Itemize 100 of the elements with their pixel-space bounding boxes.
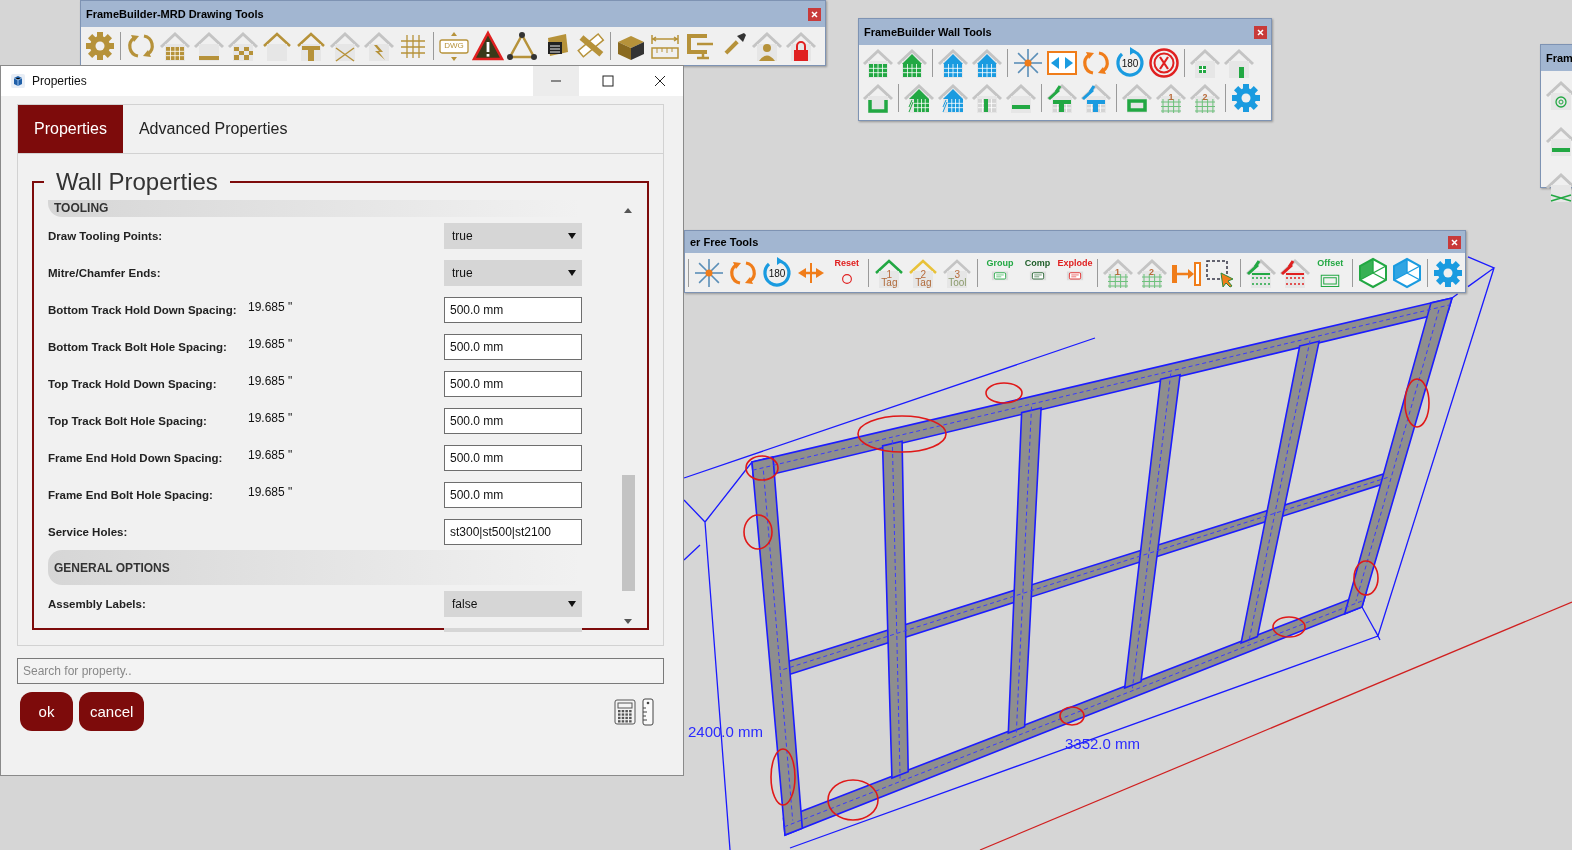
rotate-icon[interactable] bbox=[1114, 46, 1146, 79]
icon-number: DWG bbox=[443, 40, 465, 51]
property-label: Draw Tooling Points: bbox=[48, 229, 164, 242]
window-title: er Free Tools bbox=[690, 236, 760, 248]
house-icon[interactable] bbox=[1545, 125, 1572, 157]
window-title: Fram bbox=[1546, 52, 1572, 64]
close-icon[interactable] bbox=[808, 7, 821, 21]
house-icon[interactable] bbox=[1101, 257, 1134, 289]
property-label: Service Holes: bbox=[48, 525, 129, 538]
house-icon[interactable] bbox=[1223, 46, 1255, 79]
house-lock-icon[interactable] bbox=[785, 30, 817, 62]
house-icon[interactable] bbox=[862, 46, 894, 79]
house-icon[interactable] bbox=[227, 30, 259, 62]
tool-caption: Tag bbox=[914, 277, 933, 288]
icon-number: 1 bbox=[886, 269, 893, 280]
property-reading: 19.685 " bbox=[248, 447, 294, 462]
arrows-icon[interactable] bbox=[693, 257, 725, 289]
house-icon[interactable] bbox=[1278, 257, 1311, 289]
house-icon[interactable] bbox=[1046, 81, 1078, 114]
scroll-up-icon[interactable] bbox=[624, 208, 632, 213]
scrollbar-thumb[interactable] bbox=[621, 475, 635, 591]
property-label: Frame End Bolt Hole Spacing: bbox=[48, 488, 214, 501]
app-icon bbox=[10, 73, 26, 89]
input-field[interactable]: 500.0 mm bbox=[444, 407, 582, 434]
house-icon[interactable] bbox=[159, 30, 191, 62]
house-icon[interactable] bbox=[896, 46, 928, 79]
tool-caption: Offset bbox=[1317, 257, 1344, 269]
arrows-icon[interactable] bbox=[1012, 46, 1044, 79]
search-field[interactable]: Search for property.. bbox=[17, 658, 664, 684]
dialog-button[interactable]: cancel bbox=[79, 692, 145, 731]
icon-number: 2 bbox=[920, 269, 927, 280]
icon-number: 180 bbox=[767, 268, 787, 279]
input-field[interactable]: 500.0 mm bbox=[444, 333, 582, 360]
window-title: Properties bbox=[32, 74, 87, 88]
close-icon[interactable] bbox=[1448, 235, 1461, 249]
dropdown[interactable]: true bbox=[444, 222, 582, 249]
input-field[interactable]: 500.0 mm bbox=[444, 370, 582, 397]
input-field[interactable]: st300|st500|st2100 bbox=[444, 518, 582, 545]
house-icon[interactable] bbox=[363, 30, 395, 62]
house-icon[interactable] bbox=[971, 81, 1003, 114]
house-icon[interactable] bbox=[295, 30, 327, 62]
triangle-icon[interactable] bbox=[506, 30, 538, 62]
guide-lines-drawing bbox=[1467, 256, 1496, 295]
dialog-button[interactable]: ok bbox=[20, 692, 73, 731]
tool-caption: Reset bbox=[834, 257, 859, 269]
house-icon[interactable] bbox=[329, 30, 361, 62]
caret-icon bbox=[568, 269, 576, 276]
house-icon[interactable] bbox=[862, 81, 894, 114]
property-label: Assembly Labels: bbox=[48, 597, 147, 610]
window-title: FrameBuilder-MRD Drawing Tools bbox=[86, 8, 265, 20]
icon-number: 3 bbox=[954, 269, 961, 280]
cancel-icon[interactable] bbox=[1148, 46, 1180, 79]
property-label: Top Track Hold Down Spacing: bbox=[48, 377, 218, 390]
tab[interactable]: Advanced Properties bbox=[122, 105, 304, 153]
house-icon[interactable] bbox=[1005, 81, 1037, 114]
house-outline-icon[interactable] bbox=[261, 30, 293, 62]
property-reading: 19.685 " bbox=[248, 299, 294, 314]
close-icon[interactable] bbox=[1254, 25, 1267, 39]
tab[interactable]: Properties bbox=[18, 105, 123, 153]
gear-icon[interactable] bbox=[84, 30, 116, 62]
scroll-down-icon[interactable] bbox=[624, 619, 632, 624]
house-icon[interactable] bbox=[1189, 81, 1221, 114]
house-icon[interactable] bbox=[971, 46, 1003, 79]
house-icon[interactable] bbox=[1244, 257, 1277, 289]
dropdown[interactable]: false bbox=[444, 590, 582, 617]
house-icon[interactable] bbox=[1545, 79, 1572, 111]
warning-icon[interactable] bbox=[472, 30, 504, 62]
house-icon[interactable] bbox=[1545, 171, 1572, 203]
group-title: Wall Properties bbox=[55, 168, 219, 196]
maximize-icon bbox=[602, 75, 614, 87]
tool-caption: Tag bbox=[880, 277, 899, 288]
caret-icon bbox=[568, 232, 576, 239]
house-icon[interactable] bbox=[937, 81, 969, 114]
gear-icon[interactable] bbox=[1432, 257, 1464, 289]
house-icon[interactable] bbox=[1135, 257, 1168, 289]
calculator-icon[interactable] bbox=[614, 698, 636, 725]
gear-icon[interactable] bbox=[1230, 81, 1262, 114]
cube-icon[interactable] bbox=[1357, 257, 1389, 289]
property-label: Bottom Track Hold Down Spacing: bbox=[48, 303, 238, 316]
tool-caption: Group bbox=[986, 257, 1014, 269]
house-icon[interactable] bbox=[903, 81, 935, 114]
cube-icon[interactable] bbox=[1391, 257, 1423, 289]
ruler-icon[interactable] bbox=[642, 697, 654, 726]
property-reading: 19.685 " bbox=[248, 410, 294, 425]
input-field[interactable]: 500.0 mm bbox=[444, 481, 582, 508]
house-icon[interactable] bbox=[1155, 81, 1187, 114]
input-field[interactable]: 500.0 mm bbox=[444, 296, 582, 323]
property-reading: 19.685 " bbox=[248, 336, 294, 351]
icon-number: 1 bbox=[1114, 267, 1122, 278]
property-reading: 19.685 " bbox=[248, 373, 294, 388]
house-icon[interactable] bbox=[193, 30, 225, 62]
input-field[interactable]: 500.0 mm bbox=[444, 444, 582, 471]
icon-number: 2 bbox=[1201, 91, 1209, 103]
close-icon bbox=[654, 75, 666, 87]
dropdown[interactable]: true bbox=[444, 259, 582, 286]
property-label: Frame End Hold Down Spacing: bbox=[48, 451, 224, 464]
select-icon[interactable] bbox=[1203, 257, 1236, 289]
rotate-icon[interactable] bbox=[761, 257, 793, 289]
house-icon[interactable] bbox=[937, 46, 969, 79]
house-icon[interactable] bbox=[1189, 46, 1221, 79]
